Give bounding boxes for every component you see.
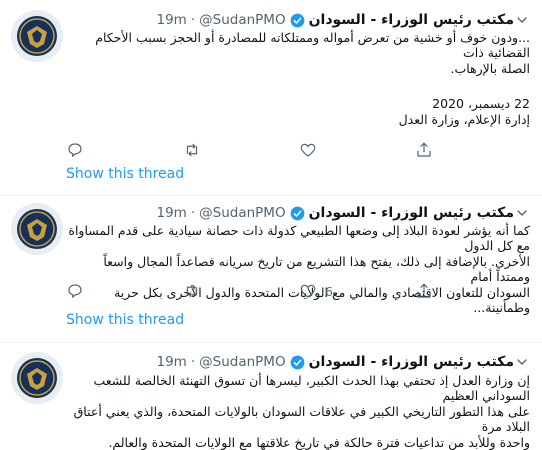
tweet-timestamp[interactable]: 19m [157, 354, 187, 370]
heart-icon [300, 284, 316, 298]
like-button[interactable] [299, 141, 325, 159]
verified-badge-icon [290, 206, 304, 220]
tweet-text-line [66, 76, 530, 96]
tweet-text-line: الصلة بالإرهاب. [450, 60, 530, 76]
tweet-actions [66, 141, 506, 161]
tweet-header: مكتب رئيس الوزراء - السودان @SudanPMO · … [66, 352, 515, 372]
tweet-timestamp[interactable]: 19m [157, 205, 187, 221]
verified-badge-icon [290, 355, 304, 369]
retweet-button[interactable] [183, 282, 209, 300]
author-name[interactable]: مكتب رئيس الوزراء - السودان [309, 354, 514, 370]
author-handle[interactable]: @SudanPMO [199, 12, 285, 28]
share-button[interactable] [415, 282, 433, 300]
avatar[interactable] [11, 203, 63, 255]
tweet-1[interactable]: مكتب رئيس الوزراء - السودان @SudanPMO · … [0, 0, 542, 196]
reply-icon [68, 143, 82, 158]
sudan-pmo-emblem-icon [11, 352, 63, 404]
show-thread-link[interactable]: Show this thread [66, 166, 184, 182]
like-button[interactable]: 6 [299, 282, 333, 300]
tweet-timestamp[interactable]: 19m [157, 12, 187, 28]
meta-separator: · [190, 12, 196, 28]
author-name[interactable]: مكتب رئيس الوزراء - السودان [309, 205, 514, 221]
share-icon [417, 142, 431, 157]
tweet-text-line: الأخرى. بالإضافة إلى ذلك، يفتح هذا التشر… [103, 253, 530, 285]
avatar[interactable] [11, 10, 63, 62]
tweet-text: ...ودون خوف أو خشية من تعرض أمواله وممتل… [66, 30, 530, 127]
tweet-2[interactable]: مكتب رئيس الوزراء - السودان @SudanPMO · … [0, 196, 542, 342]
retweet-button[interactable] [183, 141, 209, 159]
tweet-text-line: ...ودون خوف أو خشية من تعرض أمواله وممتل… [95, 30, 530, 61]
tweet-text-line: كما أنه يؤشر لعودة البلاد إلى وضعها الطب… [68, 223, 530, 254]
heart-icon [300, 143, 316, 157]
tweet-text-line: على هذا التطور التاريخي الكبير في علاقات… [73, 403, 530, 435]
tweet-text-line: واحدة وللأبد من تداعيات فترة حالكة في تا… [108, 434, 530, 450]
retweet-icon [186, 284, 198, 298]
show-thread-link[interactable]: Show this thread [66, 312, 184, 328]
share-icon [417, 283, 431, 298]
reply-button[interactable] [66, 282, 92, 300]
retweet-icon [186, 143, 198, 157]
tweet-header: مكتب رئيس الوزراء - السودان @SudanPMO · … [66, 10, 515, 30]
meta-separator: · [190, 354, 196, 370]
meta-separator: · [190, 205, 196, 221]
verified-badge-icon [290, 13, 304, 27]
tweet-text-line: 22 ديسمبر، 2020 [432, 96, 530, 112]
sudan-pmo-emblem-icon [11, 203, 63, 255]
author-name[interactable]: مكتب رئيس الوزراء - السودان [309, 12, 514, 28]
avatar[interactable] [11, 352, 63, 404]
like-count: 6 [325, 283, 333, 299]
author-handle[interactable]: @SudanPMO [199, 354, 285, 370]
tweet-actions: 6 [66, 282, 506, 302]
tweet-3[interactable]: مكتب رئيس الوزراء - السودان @SudanPMO · … [0, 343, 542, 450]
chevron-down-icon[interactable] [514, 205, 530, 221]
share-button[interactable] [415, 141, 433, 159]
chevron-down-icon[interactable] [514, 12, 530, 28]
author-handle[interactable]: @SudanPMO [199, 205, 285, 221]
tweet-text-line: إن وزارة العدل إذ تحتفي بهذا الحدث الكبي… [93, 373, 530, 404]
tweet-header: مكتب رئيس الوزراء - السودان @SudanPMO · … [66, 203, 515, 223]
reply-button[interactable] [66, 141, 92, 159]
sudan-pmo-emblem-icon [11, 10, 63, 62]
reply-icon [68, 284, 82, 299]
chevron-down-icon[interactable] [514, 354, 530, 370]
tweet-text-line: إدارة الإعلام، وزارة العدل [398, 111, 530, 127]
tweet-text: إن وزارة العدل إذ تحتفي بهذا الحدث الكبي… [66, 373, 530, 450]
